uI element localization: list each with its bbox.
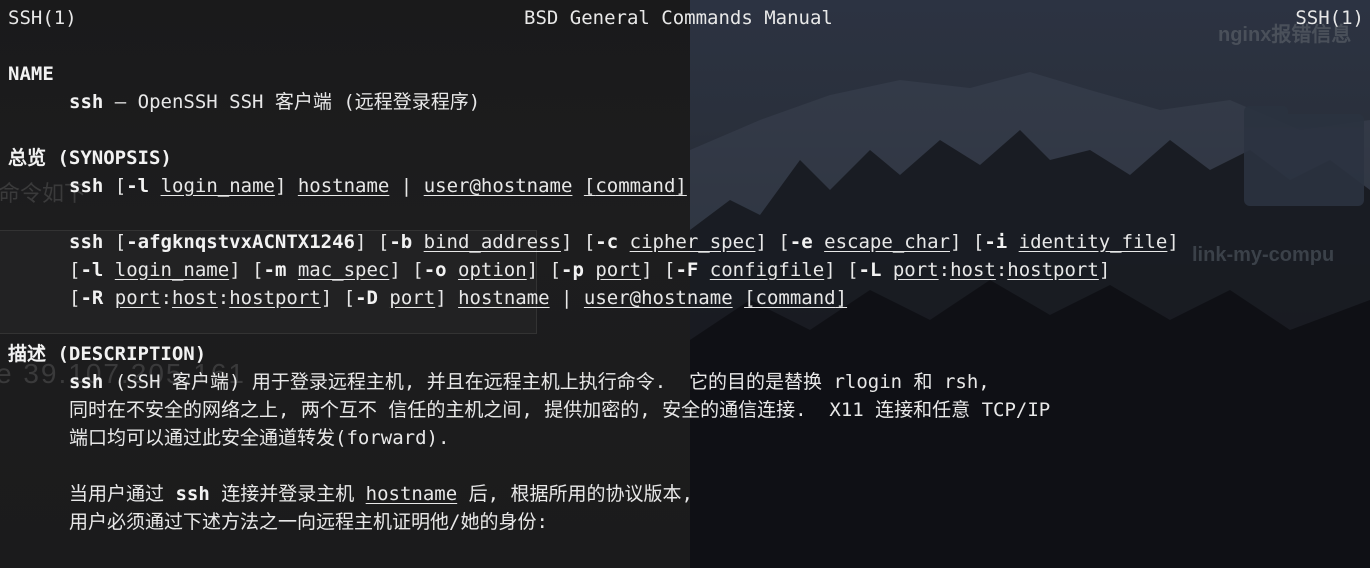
- description-line-5: 用户必须通过下述方法之一向远程主机证明他/她的身份:: [69, 511, 548, 533]
- section-description-heading: 描述 (DESCRIPTION): [8, 343, 207, 365]
- man-header-left: SSH(1): [8, 7, 77, 29]
- name-line: ssh — OpenSSH SSH 客户端 (远程登录程序): [69, 91, 481, 113]
- terminal-man-page[interactable]: SSH(1) BSD General Commands Manual SSH(1…: [0, 0, 1370, 568]
- synopsis-line-4: [-R port:host:hostport] [-D port] hostna…: [69, 287, 848, 309]
- section-name-heading: NAME: [8, 63, 54, 85]
- description-line-4: 当用户通过 ssh 连接并登录主机 hostname 后, 根据所用的协议版本,: [69, 483, 693, 505]
- synopsis-line-2: ssh [-afgknqstvxACNTX1246] [-b bind_addr…: [69, 231, 1179, 253]
- section-synopsis-heading: 总览 (SYNOPSIS): [8, 147, 172, 169]
- man-header-right: SSH(1): [1295, 7, 1364, 29]
- synopsis-line-3: [-l login_name] [-m mac_spec] [-o option…: [69, 259, 1111, 281]
- man-header-center: BSD General Commands Manual: [524, 7, 833, 29]
- description-line-3: 端口均可以通过此安全通道转发(forward).: [69, 427, 450, 449]
- synopsis-line-1: ssh [-l login_name] hostname | user@host…: [69, 175, 687, 197]
- description-line-1: ssh (SSH 客户端) 用于登录远程主机, 并且在远程主机上执行命令. 它的…: [69, 371, 990, 393]
- description-line-2: 同时在不安全的网络之上, 两个互不 信任的主机之间, 提供加密的, 安全的通信连…: [69, 399, 1051, 421]
